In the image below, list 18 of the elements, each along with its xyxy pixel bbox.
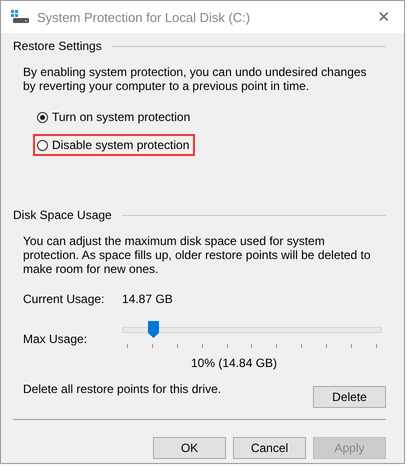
section-heading: Restore Settings (13, 39, 102, 53)
delete-button[interactable]: Delete (313, 386, 386, 408)
drive-icon (11, 10, 29, 24)
dialog-button[interactable]: Cancel (233, 437, 306, 459)
description-text: You can adjust the maximum disk space used for system protection. As space fills up, older restore points will be deleted to make room for new ones. (23, 234, 372, 276)
usage-value: 14.87 GB (122, 292, 173, 306)
close-button[interactable]: ✕ (364, 1, 404, 33)
window-title: System Protection for Local Disk (C:) (37, 10, 252, 24)
radio-option[interactable]: Turn on system protection (33, 106, 196, 128)
description-text: By enabling system protection, you can undo undesired changes by reverting your computer to a previous point in time. (23, 65, 368, 93)
max-usage-label: Max Usage: (23, 332, 88, 346)
max-usage-reading: 10% (14.84 GB) (191, 356, 278, 370)
section-heading: Disk Space Usage (13, 208, 112, 222)
delete-text: Delete all restore points for this drive. (23, 382, 222, 396)
slider-thumb[interactable] (148, 321, 159, 338)
dialog-button[interactable]: OK (153, 437, 226, 459)
highlighted-radio-option[interactable]: Disable system protection (33, 134, 196, 156)
usage-label: Current Usage: (23, 292, 106, 306)
